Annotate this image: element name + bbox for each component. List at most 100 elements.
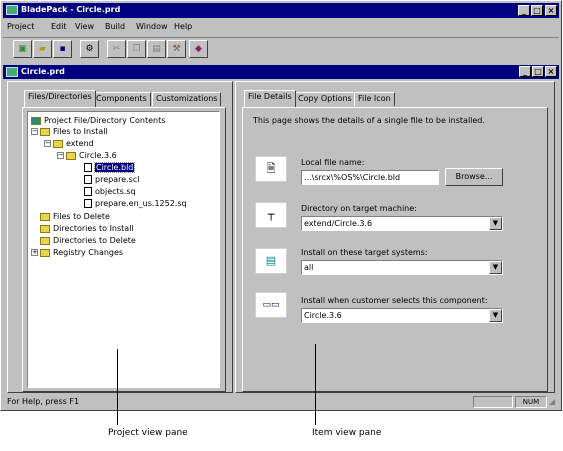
- cut-icon[interactable]: ✂: [107, 40, 126, 58]
- collapse-icon[interactable]: −: [57, 152, 64, 159]
- app-window: BladePack - Circle.prd _ □ × Project Edi…: [0, 0, 562, 411]
- project-view-pane: Files/Directories Components Customizati…: [7, 81, 233, 393]
- child-titlebar[interactable]: Circle.prd _ □ ×: [3, 65, 559, 79]
- expand-icon[interactable]: +: [31, 249, 38, 256]
- systems-label: Install on these target systems:: [301, 248, 428, 257]
- menu-window[interactable]: Window: [136, 21, 168, 33]
- close-button[interactable]: ×: [545, 5, 557, 16]
- tab-customizations[interactable]: Customizations: [152, 92, 222, 106]
- status-num-indicator: NUM: [515, 396, 547, 408]
- tree-root-label: Project File/Directory Contents: [44, 116, 166, 125]
- systems-select[interactable]: all ▼: [301, 260, 503, 275]
- tree-registry-changes[interactable]: + Registry Changes: [31, 247, 123, 258]
- component-select-value: Circle.3.6: [304, 311, 342, 320]
- tree-file-circle-bld[interactable]: Circle.bld: [84, 162, 136, 173]
- project-callout-line: [117, 349, 118, 425]
- folder-icon: [40, 212, 50, 221]
- menu-edit[interactable]: Edit: [51, 21, 67, 33]
- dropdown-arrow-icon[interactable]: ▼: [489, 217, 502, 230]
- tree-file-objects-sq[interactable]: objects.sq: [84, 186, 136, 197]
- new-icon[interactable]: ▣: [13, 40, 32, 58]
- project-view-pane-callout: Project view pane: [108, 428, 188, 438]
- open-icon[interactable]: ▰: [33, 40, 52, 58]
- menu-project[interactable]: Project: [7, 21, 34, 33]
- dropdown-arrow-icon[interactable]: ▼: [489, 261, 502, 274]
- local-file-label: Local file name:: [301, 158, 365, 167]
- component-label: Install when customer selects this compo…: [301, 296, 488, 305]
- build-icon[interactable]: ⚒: [167, 40, 186, 58]
- tab-file-icon[interactable]: File Icon: [354, 92, 395, 106]
- tree-dirs-to-delete[interactable]: Directories to Delete: [40, 235, 136, 246]
- tree-files-to-delete[interactable]: Files to Delete: [40, 211, 110, 222]
- tree-dirs-to-delete-label: Directories to Delete: [53, 236, 136, 245]
- tab-files-directories[interactable]: Files/Directories: [24, 90, 96, 107]
- tree-file-prepare-en-us-sq[interactable]: prepare.en_us.1252.sq: [84, 198, 187, 209]
- file-tree[interactable]: Project File/Directory Contents − Files t…: [27, 111, 220, 388]
- item-view-pane-callout: Item view pane: [312, 428, 382, 438]
- systems-select-value: all: [304, 263, 314, 272]
- child-maximize-button[interactable]: □: [532, 66, 544, 77]
- details-description: This page shows the details of a single …: [253, 116, 485, 125]
- collapse-icon[interactable]: −: [44, 140, 51, 147]
- tree-files-to-delete-label: Files to Delete: [53, 212, 110, 221]
- right-tab-strip: File Details Copy Options File Icon: [244, 90, 444, 108]
- file-icon: [84, 175, 92, 184]
- folder-icon: [40, 248, 50, 257]
- app-title: BladePack - Circle.prd: [21, 5, 121, 14]
- target-directory-icon: ┬: [255, 202, 287, 228]
- paste-icon[interactable]: ▤: [147, 40, 166, 58]
- tree-file-label: prepare.en_us.1252.sq: [95, 199, 187, 208]
- doc-icon: [6, 67, 18, 77]
- folder-open-icon: [66, 151, 76, 160]
- tree-extend[interactable]: − extend: [44, 138, 94, 149]
- app-titlebar[interactable]: BladePack - Circle.prd _ □ ×: [3, 3, 559, 18]
- resize-grip-icon[interactable]: ◢: [549, 397, 555, 406]
- directory-select[interactable]: extend/Circle.3.6 ▼: [301, 216, 503, 231]
- left-tab-page: Project File/Directory Contents − Files t…: [22, 107, 226, 392]
- folder-icon: [40, 236, 50, 245]
- file-icon: [84, 199, 92, 208]
- save-icon[interactable]: ▪: [53, 40, 72, 58]
- help-book-icon[interactable]: ◆: [189, 40, 208, 58]
- menu-build[interactable]: Build: [105, 21, 125, 33]
- status-num-label: NUM: [522, 398, 540, 406]
- tree-files-to-install-label: Files to Install: [53, 127, 108, 136]
- child-window: Circle.prd _ □ × Files/Directories Compo…: [3, 65, 559, 395]
- child-title: Circle.prd: [21, 67, 65, 76]
- menu-help[interactable]: Help: [174, 21, 192, 33]
- menu-view[interactable]: View: [75, 21, 94, 33]
- collapse-icon[interactable]: −: [31, 128, 38, 135]
- tab-components[interactable]: Components: [92, 92, 151, 106]
- right-tab-page: This page shows the details of a single …: [242, 107, 548, 392]
- status-bar: For Help, press F1 NUM ◢: [3, 395, 559, 410]
- tree-file-prepare-scl[interactable]: prepare.scl: [84, 174, 139, 185]
- tree-files-to-install[interactable]: − Files to Install: [31, 126, 108, 137]
- computer-icon: ▤: [255, 248, 287, 274]
- minimize-button[interactable]: _: [518, 5, 530, 16]
- tree-file-label: prepare.scl: [95, 175, 140, 184]
- child-close-button[interactable]: ×: [545, 66, 557, 77]
- dropdown-arrow-icon[interactable]: ▼: [489, 309, 502, 322]
- project-settings-icon[interactable]: ⚙: [80, 40, 99, 58]
- tree-registry-changes-label: Registry Changes: [53, 248, 124, 257]
- tree-dirs-to-install[interactable]: Directories to Install: [40, 223, 134, 234]
- browse-button[interactable]: Browse...: [445, 168, 503, 186]
- item-callout-line: [315, 344, 316, 425]
- local-file-input[interactable]: ...\srcx\%OS%\Circle.bld: [301, 170, 439, 185]
- tree-extend-label: extend: [66, 139, 94, 148]
- child-minimize-button[interactable]: _: [519, 66, 531, 77]
- tab-file-details[interactable]: File Details: [244, 90, 296, 107]
- tree-circle-folder-label: Circle.3.6: [79, 151, 117, 160]
- folder-icon: [40, 224, 50, 233]
- maximize-button[interactable]: □: [531, 5, 543, 16]
- tree-circle-folder[interactable]: − Circle.3.6: [57, 150, 117, 161]
- left-tab-strip: Files/Directories Components Customizati…: [24, 90, 224, 108]
- status-help-text: For Help, press F1: [7, 397, 80, 406]
- component-window-icon: ▭▭: [255, 292, 287, 318]
- tree-dirs-to-install-label: Directories to Install: [53, 224, 134, 233]
- component-select[interactable]: Circle.3.6 ▼: [301, 308, 503, 323]
- item-view-pane: File Details Copy Options File Icon This…: [235, 81, 555, 393]
- tree-root[interactable]: Project File/Directory Contents: [31, 115, 165, 126]
- copy-icon[interactable]: ❐: [127, 40, 146, 58]
- tab-copy-options[interactable]: Copy Options: [294, 92, 356, 106]
